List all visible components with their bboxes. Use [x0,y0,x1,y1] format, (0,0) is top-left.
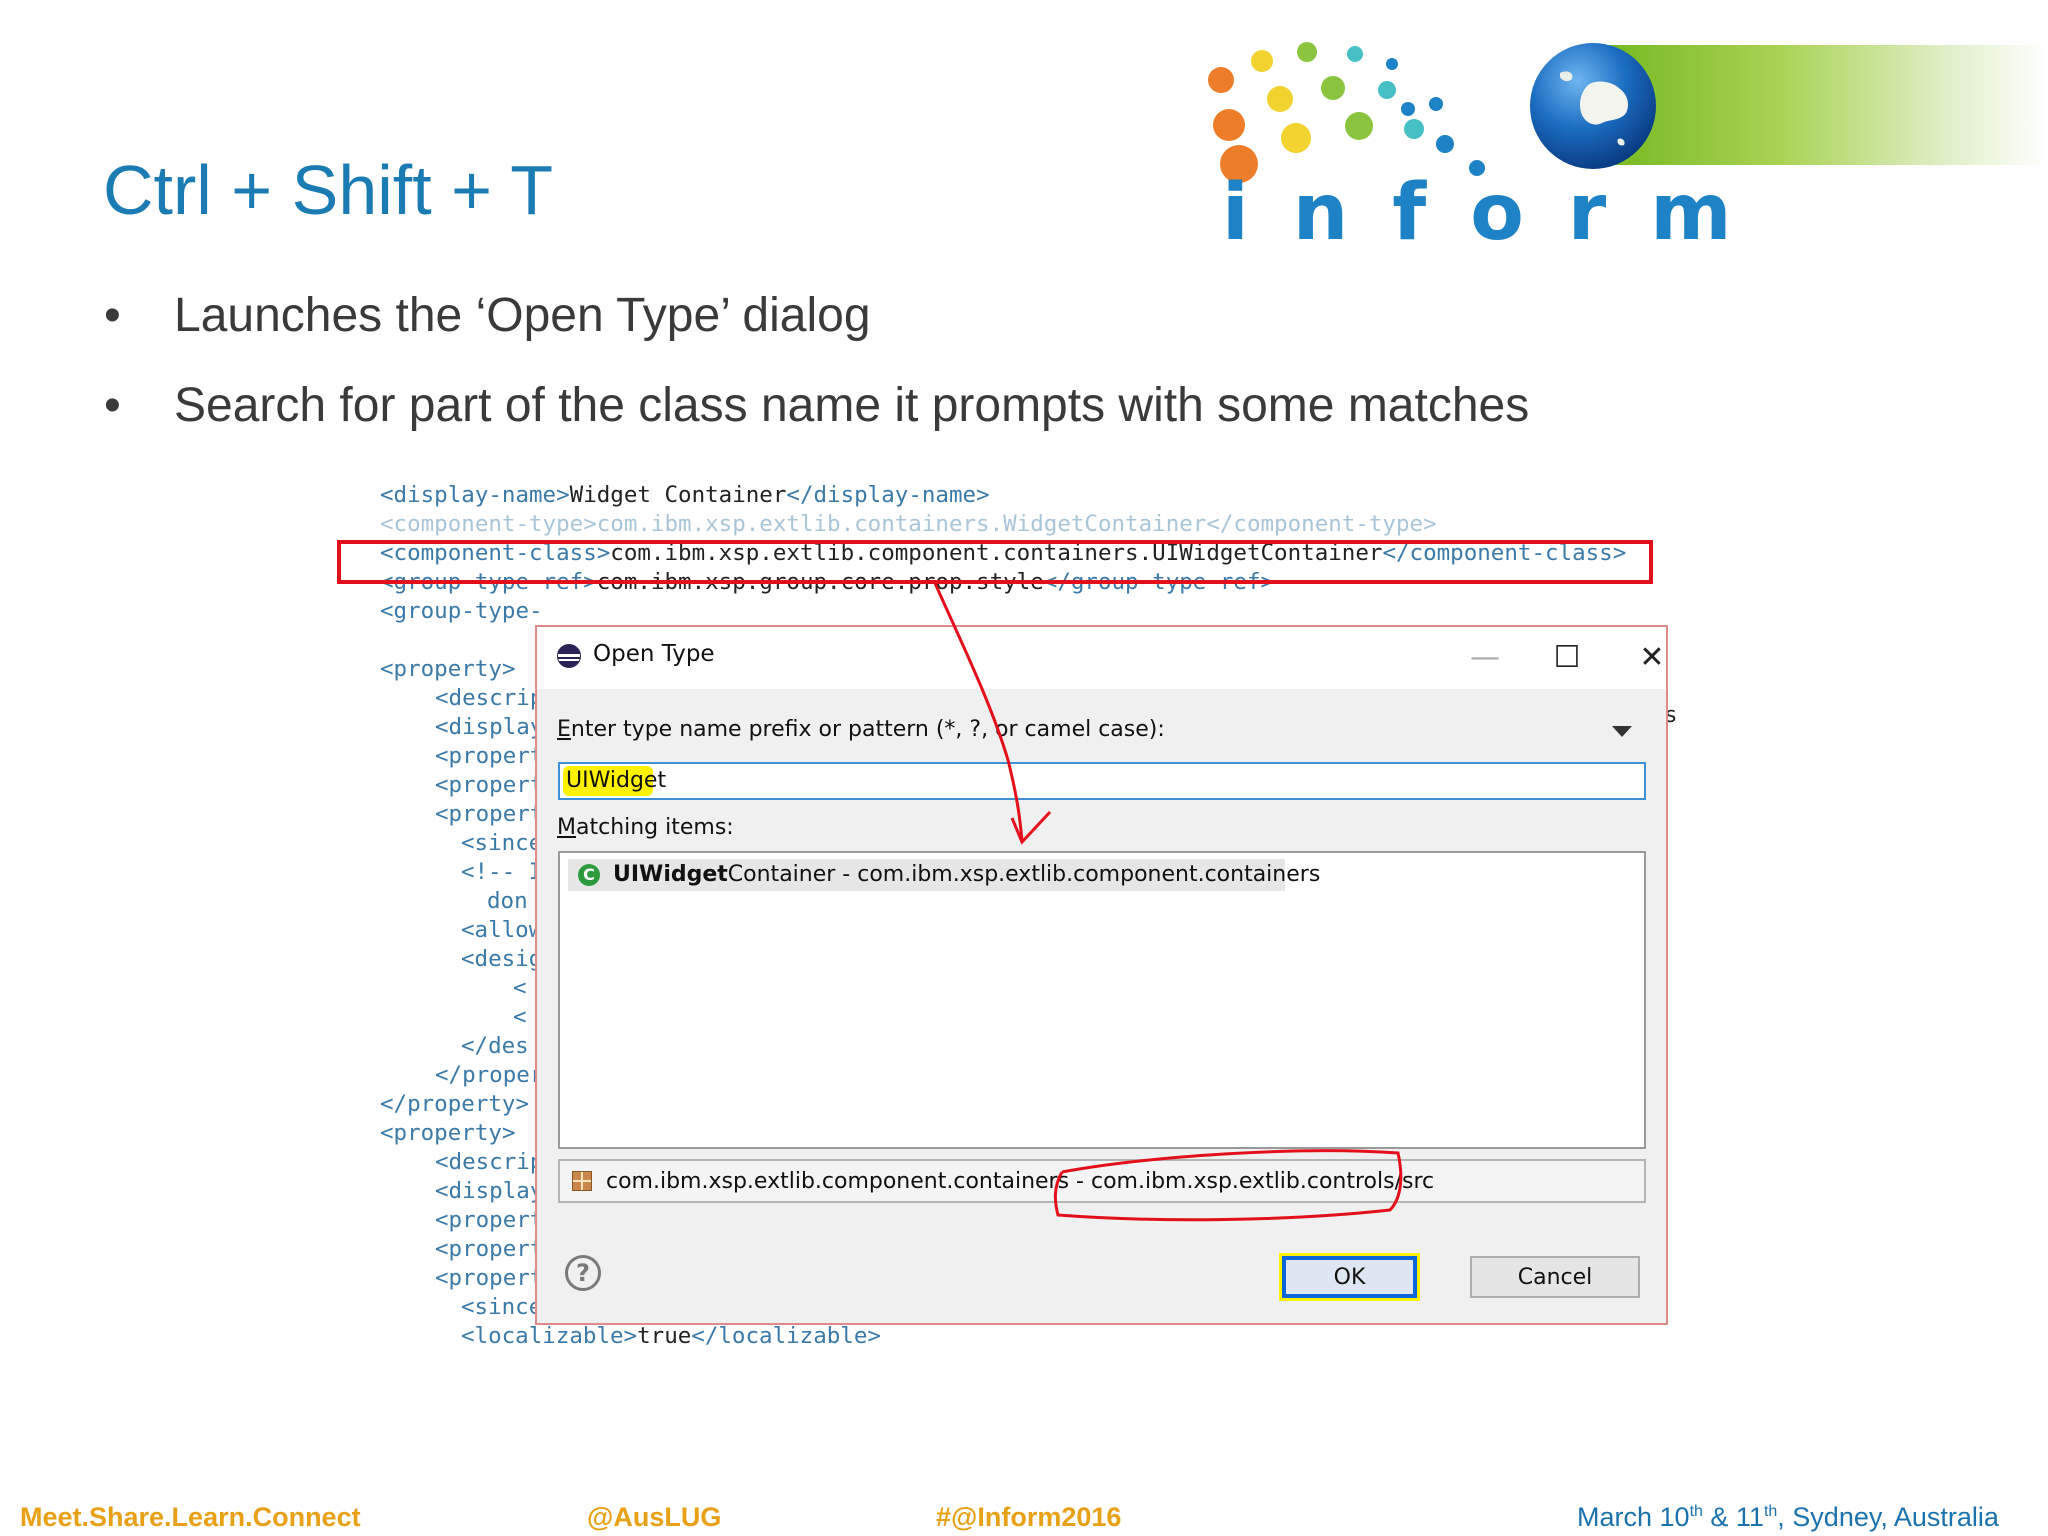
annotation-arrow-line [933,582,1024,841]
annotation-strokes [933,582,1403,1222]
footer-date: March 10th & 11th, Sydney, Australia [1577,1502,1999,1533]
date-mid: & 11 [1702,1502,1764,1532]
date-prefix: March 10 [1577,1502,1690,1532]
date-suffix: , Sydney, Australia [1777,1502,1999,1532]
date-sup: th [1689,1503,1703,1520]
annotation-circle [1053,1149,1403,1222]
footer-hashtag: #@Inform2016 [936,1502,1122,1532]
footer-tagline: Meet.Share.Learn.Connect [20,1502,361,1532]
date-sup: th [1763,1503,1778,1520]
annotation-arrow-head [1010,810,1052,845]
footer-handle: @AusLUG [587,1502,722,1532]
